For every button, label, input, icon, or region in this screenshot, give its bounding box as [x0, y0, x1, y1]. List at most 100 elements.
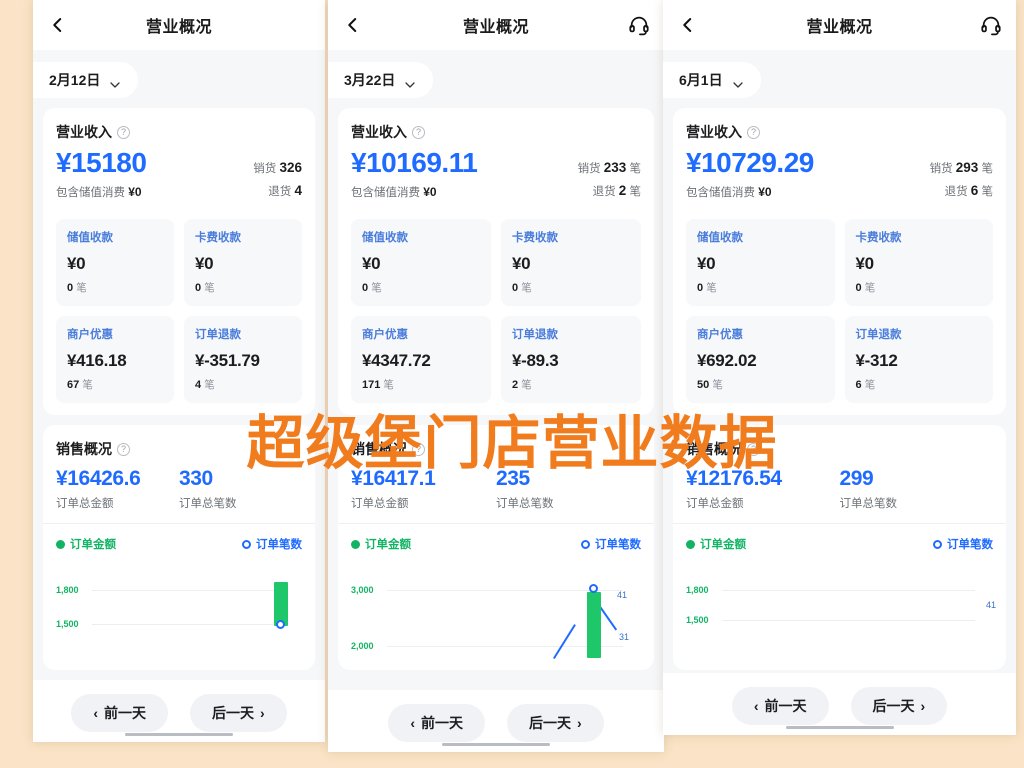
prev-day-button[interactable]: ‹ 前一天 [388, 704, 485, 742]
order-total-amount-label: 订单总金额 [686, 498, 744, 510]
metric-cell-order-refund[interactable]: 订单退款 ¥-312 6 笔 [844, 316, 993, 403]
date-picker-3[interactable]: 6月1日 [663, 62, 761, 98]
next-day-button[interactable]: 后一天 › [507, 704, 604, 742]
chevron-left-icon[interactable] [679, 16, 697, 34]
chart-line-segment [553, 624, 576, 660]
revenue-card-header: 营业收入 ? [351, 122, 641, 142]
home-indicator [442, 742, 550, 746]
legend-order-amount[interactable]: 订单金额 [686, 536, 746, 552]
metric-count-num: 6 [855, 379, 862, 391]
phone-screenshot-1: 营业概况 2月12日 营业收入 ? ¥15180 包含储值消费 ¥0 销货 32… [33, 0, 325, 742]
stored-consume-value: ¥0 [128, 184, 142, 199]
metric-value: ¥0 [195, 254, 214, 273]
divider [43, 523, 315, 524]
chevron-left-icon[interactable] [344, 16, 362, 34]
metric-count: 0 笔 [856, 280, 983, 295]
metric-count: 6 笔 [856, 377, 983, 392]
legend-order-count[interactable]: 订单笔数 [242, 536, 302, 552]
question-circle-icon[interactable]: ? [412, 442, 425, 456]
home-indicator [785, 725, 894, 729]
question-circle-icon[interactable]: ? [117, 442, 130, 456]
metric-cell-merchant-discount[interactable]: 商户优惠 ¥4347.72 171 笔 [351, 316, 491, 403]
question-circle-icon[interactable]: ? [412, 125, 425, 139]
refund-count-label: 退货 [944, 186, 968, 198]
date-label: 3月22日 [344, 72, 396, 88]
content-scroll-3: 6月1日 营业收入 ? ¥10729.29 包含储值消费 ¥0 销货 293 笔… [663, 50, 1016, 735]
phone-screenshot-2: 营业概况 3月22日 营业收入 ? ¥10169.11 包含储值消费 ¥0 销货… [328, 0, 664, 752]
metric-grid-1: 储值收款 ¥0 0 笔 卡费收款 ¥0 0 笔 商户优惠 ¥416.18 67 … [56, 219, 302, 403]
legend-dot-outline-icon [581, 539, 590, 549]
y-tick-label: 1,500 [56, 619, 79, 629]
sales-overview-card-2: 销售概况 ? ¥16417.1 订单总金额 235 订单总笔数 订单金额 订单笔… [338, 425, 654, 670]
revenue-card-2: 营业收入 ? ¥10169.11 包含储值消费 ¥0 销货 233 笔 退货 2… [338, 108, 654, 415]
metric-cell-merchant-discount[interactable]: 商户优惠 ¥692.02 50 笔 [686, 316, 835, 403]
metric-value: ¥-312 [855, 351, 898, 370]
next-day-button[interactable]: 后一天 › [850, 687, 948, 725]
prev-day-label: 前一天 [764, 698, 807, 714]
question-circle-icon[interactable]: ? [747, 125, 760, 139]
metric-cell-stored-value[interactable]: 储值收款 ¥0 0 笔 [351, 219, 491, 306]
revenue-right: 销货 293 笔 退货 6 笔 [930, 148, 993, 206]
date-label: 6月1日 [679, 72, 723, 88]
revenue-row: ¥10169.11 包含储值消费 ¥0 销货 233 笔 退货 2 笔 [351, 147, 642, 206]
metric-count-unit: 笔 [521, 282, 532, 294]
divider [338, 523, 654, 524]
question-circle-icon[interactable]: ? [117, 125, 130, 139]
legend-order-amount[interactable]: 订单金额 [56, 536, 116, 552]
metric-count-unit: 笔 [383, 379, 394, 391]
metric-cell-order-refund[interactable]: 订单退款 ¥-89.3 2 笔 [501, 316, 641, 403]
chevron-left-icon[interactable] [49, 16, 67, 34]
metric-cell-stored-value[interactable]: 储值收款 ¥0 0 笔 [686, 219, 835, 306]
revenue-amount: ¥10169.11 [351, 147, 478, 178]
headset-icon[interactable] [628, 14, 650, 36]
metric-cell-card-fee[interactable]: 卡费收款 ¥0 0 笔 [844, 219, 993, 306]
prev-day-label: 前一天 [421, 715, 463, 731]
metric-cell-merchant-discount[interactable]: 商户优惠 ¥416.18 67 笔 [56, 316, 174, 403]
page-title: 营业概况 [145, 19, 212, 36]
refund-count-value: 4 [294, 183, 302, 198]
gridline [722, 590, 975, 591]
prev-day-button[interactable]: ‹ 前一天 [731, 687, 829, 725]
headset-icon[interactable] [980, 14, 1002, 36]
metric-cell-card-fee[interactable]: 卡费收款 ¥0 0 笔 [184, 219, 302, 306]
legend-label: 订单金额 [700, 539, 746, 551]
date-label: 2月12日 [49, 72, 101, 88]
order-total-count-col: 330 订单总笔数 [179, 467, 302, 511]
refund-count-value: 2 [618, 183, 627, 198]
metric-label: 订单退款 [512, 329, 558, 341]
metric-count-unit: 笔 [706, 282, 717, 294]
metric-cell-order-refund[interactable]: 订单退款 ¥-351.79 4 笔 [184, 316, 302, 403]
date-picker-2[interactable]: 3月22日 [328, 62, 434, 98]
metric-count-num: 0 [855, 282, 862, 294]
metric-value: ¥-351.79 [195, 351, 260, 370]
legend-order-count[interactable]: 订单笔数 [581, 536, 641, 552]
metric-count: 67 笔 [67, 377, 163, 392]
phone-screenshot-3: 营业概况 6月1日 营业收入 ? ¥10729.29 包含储值消费 ¥0 销货 … [663, 0, 1016, 735]
legend-order-count[interactable]: 订单笔数 [933, 536, 993, 552]
question-circle-icon[interactable]: ? [747, 442, 760, 456]
chevron-right-small-icon: › [260, 705, 265, 721]
order-total-count-value: 330 [179, 467, 213, 490]
legend-order-amount[interactable]: 订单金额 [351, 536, 411, 552]
sales-overview-header: 销售概况 ? [686, 439, 993, 459]
prev-day-button[interactable]: ‹ 前一天 [71, 694, 168, 732]
metric-cell-card-fee[interactable]: 卡费收款 ¥0 0 笔 [501, 219, 641, 306]
next-day-button[interactable]: 后一天 › [190, 694, 287, 732]
stored-consume-label: 包含储值消费 [351, 186, 420, 199]
y-tick-label: 3,000 [351, 585, 374, 595]
order-total-amount-value: ¥12176.54 [686, 467, 782, 490]
metric-cell-stored-value[interactable]: 储值收款 ¥0 0 笔 [56, 219, 174, 306]
metric-label: 订单退款 [855, 329, 902, 341]
metric-count-unit: 笔 [864, 282, 876, 294]
order-total-count-col: 235 订单总笔数 [496, 467, 641, 511]
metric-count-num: 0 [195, 282, 202, 294]
date-picker-1[interactable]: 2月12日 [33, 62, 139, 98]
order-total-count-col: 299 订单总笔数 [840, 467, 994, 511]
metric-count-num: 2 [512, 379, 519, 391]
metric-count: 2 笔 [512, 377, 630, 392]
unit-label: 笔 [981, 163, 994, 175]
chart-legend-3: 订单金额 订单笔数 [686, 536, 993, 552]
unit-label: 笔 [629, 186, 642, 198]
refund-count-row: 退货 6 笔 [930, 183, 993, 199]
revenue-subline: 包含储值消费 ¥0 [56, 184, 253, 200]
